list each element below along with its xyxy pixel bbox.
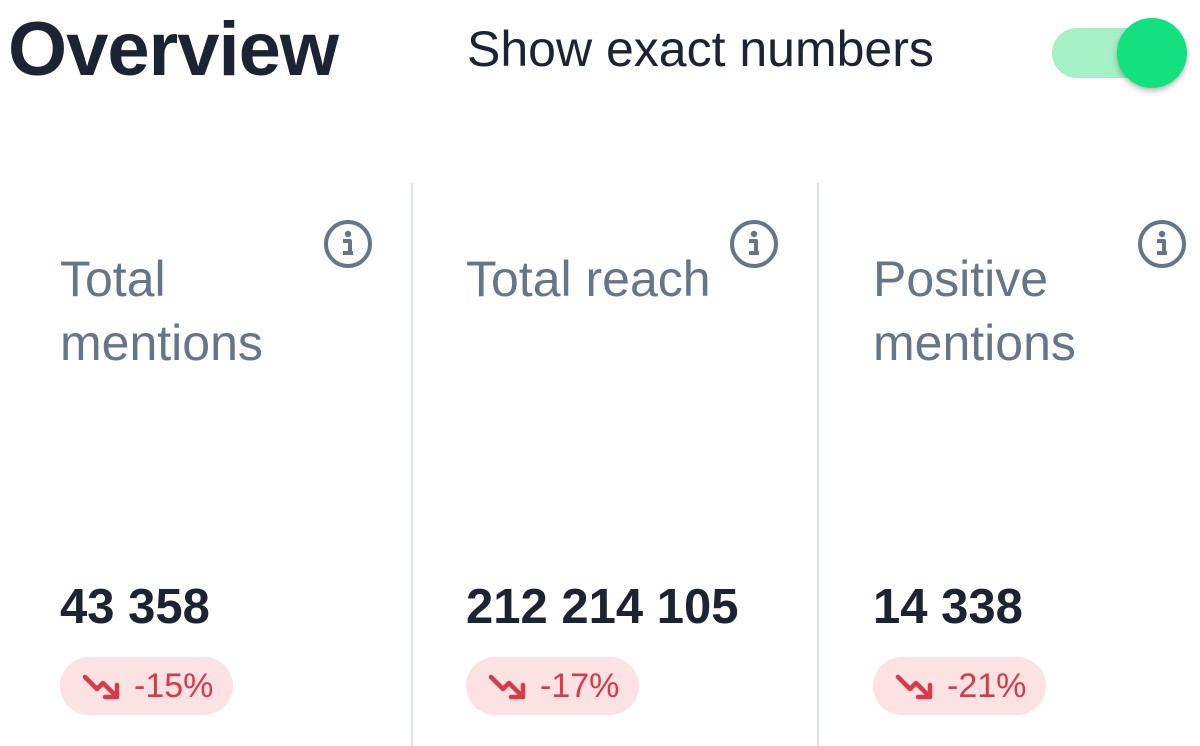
metric-value: 212 214 105 — [466, 580, 739, 634]
card-divider — [817, 183, 819, 746]
change-badge: -17% — [466, 657, 640, 715]
change-value: -15% — [134, 667, 214, 705]
exact-numbers-toggle[interactable] — [1050, 18, 1190, 90]
toggle-knob — [1117, 18, 1187, 88]
exact-numbers-toggle-label: Show exact numbers — [467, 21, 934, 77]
metric-value: 43 358 — [60, 580, 210, 634]
metric-card-total-mentions: Total mentions 43 358 -15% — [60, 183, 400, 746]
metric-label: Total mentions — [60, 251, 263, 371]
trend-down-icon — [488, 672, 528, 700]
metric-label: Positive mentions — [873, 251, 1076, 371]
trend-down-icon — [82, 672, 122, 700]
overview-panel: Overview Show exact numbers Total mentio… — [0, 0, 1200, 746]
page-title: Overview — [8, 7, 339, 92]
metric-label: Total reach — [466, 251, 711, 307]
change-badge: -21% — [873, 657, 1047, 715]
change-value: -17% — [540, 667, 620, 705]
metric-card-total-reach: Total reach 212 214 105 -17% — [466, 183, 806, 746]
metric-value: 14 338 — [873, 580, 1023, 634]
metric-card-positive-mentions: Positive mentions 14 338 -21% — [873, 183, 1193, 746]
card-divider — [411, 183, 413, 746]
change-badge: -15% — [60, 657, 234, 715]
trend-down-icon — [895, 672, 935, 700]
change-value: -21% — [947, 667, 1027, 705]
